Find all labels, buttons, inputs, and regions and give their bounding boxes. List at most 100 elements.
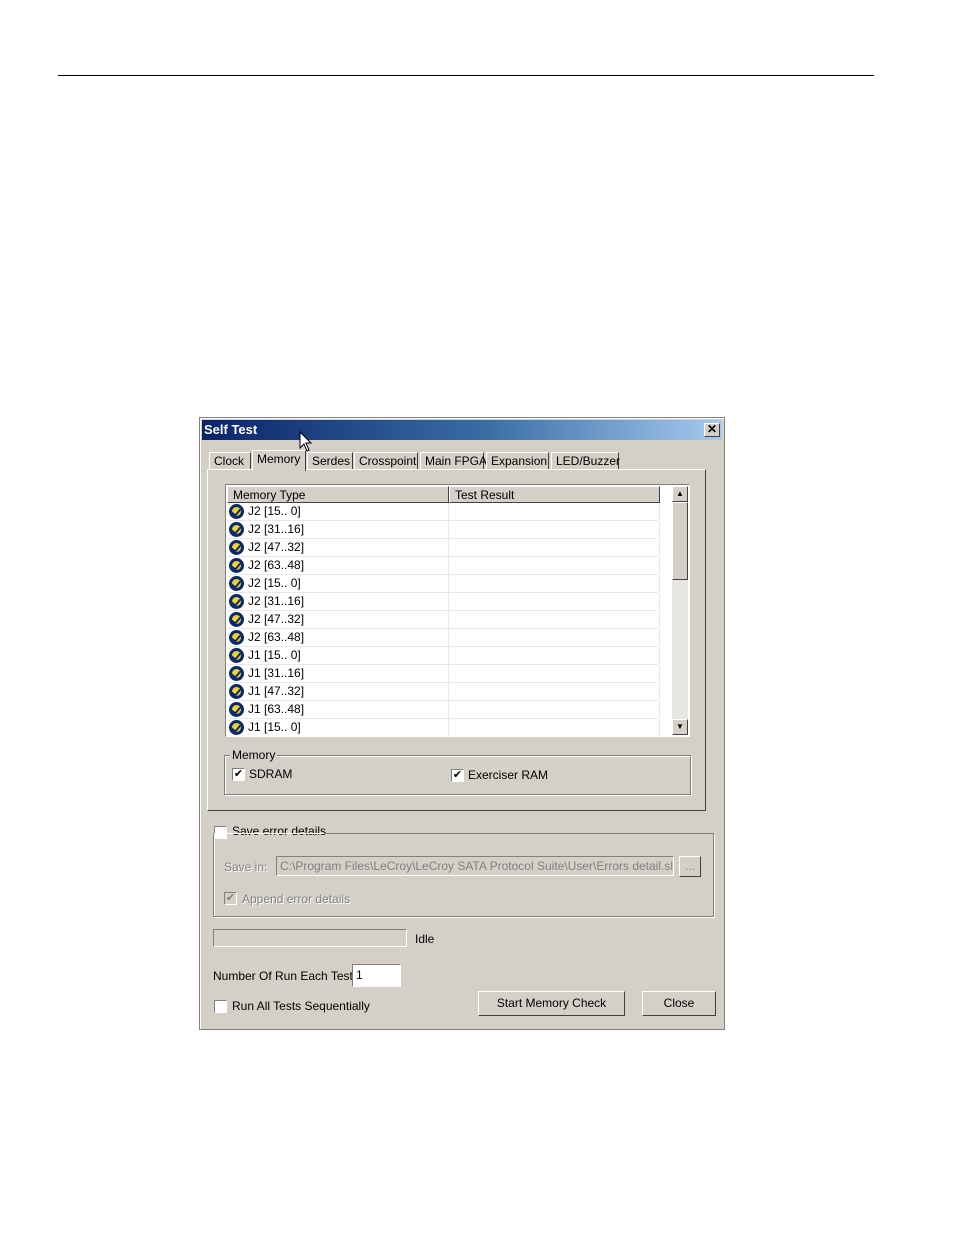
run-count-label: Number Of Run Each Test:: [213, 969, 357, 983]
scroll-thumb[interactable]: [672, 502, 688, 580]
cell-memory-type: J2 [31..16]: [227, 593, 449, 610]
memory-test-list[interactable]: Memory Type Test Result J2 [15.. 0] J2 [3…: [225, 484, 690, 737]
tab-main-fpga[interactable]: Main FPGA: [420, 452, 487, 470]
cell-memory-type: J1 [31..16]: [227, 665, 449, 682]
check-pass-icon: [229, 540, 244, 555]
cell-test-result: [449, 539, 660, 556]
save-path-input[interactable]: C:\Program Files\LeCroy\LeCroy SATA Prot…: [276, 856, 674, 876]
tab-clock[interactable]: Clock: [209, 452, 251, 470]
memory-type-text: J2 [63..48]: [248, 558, 305, 572]
cell-memory-type: J2 [63..48]: [227, 629, 449, 646]
tab-expansion[interactable]: Expansion: [486, 452, 549, 470]
memory-type-text: J1 [47..32]: [248, 684, 305, 698]
check-pass-icon: [229, 720, 244, 735]
check-pass-icon: [229, 648, 244, 663]
cell-memory-type: J2 [63..48]: [227, 557, 449, 574]
exerciser-ram-checkbox[interactable]: ✔: [451, 769, 464, 782]
cell-memory-type: J2 [15.. 0]: [227, 503, 449, 520]
memory-type-text: J2 [15.. 0]: [248, 504, 301, 518]
progress-bar: [213, 929, 407, 947]
memory-type-text: J2 [15.. 0]: [248, 576, 301, 590]
cell-memory-type: J2 [47..32]: [227, 539, 449, 556]
memory-type-text: J1 [63..48]: [248, 702, 305, 716]
cell-test-result: [449, 665, 660, 682]
tab-serdes[interactable]: Serdes: [307, 452, 353, 470]
check-pass-icon: [229, 558, 244, 573]
cell-test-result: [449, 683, 660, 700]
cell-test-result: [449, 575, 660, 592]
exerciser-ram-label[interactable]: Exerciser RAM: [468, 768, 548, 782]
close-icon[interactable]: ✕: [704, 423, 720, 437]
column-memory-type[interactable]: Memory Type: [227, 486, 449, 503]
run-all-sequentially-label[interactable]: Run All Tests Sequentially: [232, 999, 370, 1013]
table-row[interactable]: J1 [63..48]: [227, 701, 660, 719]
check-pass-icon: [229, 522, 244, 537]
table-row[interactable]: J2 [47..32]: [227, 611, 660, 629]
memory-groupbox: Memory ✔ SDRAM ✔ Exerciser RAM: [224, 748, 691, 795]
cell-test-result: [449, 521, 660, 538]
page-header-rule: [58, 75, 874, 76]
table-row[interactable]: J2 [31..16]: [227, 521, 660, 539]
check-pass-icon: [229, 702, 244, 717]
cell-test-result: [449, 557, 660, 574]
self-test-dialog: Self Test ✕ Clock Memory Serdes Crosspoi…: [199, 417, 725, 1030]
column-test-result[interactable]: Test Result: [449, 486, 660, 503]
memory-type-text: J2 [47..32]: [248, 540, 305, 554]
memory-type-text: J2 [31..16]: [248, 594, 305, 608]
list-rows: J2 [15.. 0] J2 [31..16] J2 [47..32] J2 [63.…: [227, 503, 660, 736]
memory-group-label: Memory: [230, 748, 278, 762]
cell-test-result: [449, 629, 660, 646]
sdram-checkbox[interactable]: ✔: [232, 768, 245, 781]
table-row[interactable]: J2 [15.. 0]: [227, 575, 660, 593]
table-row[interactable]: J2 [31..16]: [227, 593, 660, 611]
table-row[interactable]: J1 [47..32]: [227, 683, 660, 701]
list-header: Memory Type Test Result: [227, 486, 660, 503]
cell-test-result: [449, 719, 660, 736]
cell-test-result: [449, 701, 660, 718]
check-pass-icon: [229, 594, 244, 609]
memory-type-text: J2 [63..48]: [248, 630, 305, 644]
status-text: Idle: [415, 932, 435, 946]
memory-type-text: J2 [31..16]: [248, 522, 305, 536]
cell-memory-type: J2 [31..16]: [227, 521, 449, 538]
cell-test-result: [449, 647, 660, 664]
cell-memory-type: J1 [47..32]: [227, 683, 449, 700]
check-pass-icon: [229, 612, 244, 627]
run-all-sequentially-checkbox[interactable]: [214, 1000, 227, 1013]
table-row[interactable]: J2 [47..32]: [227, 539, 660, 557]
tab-crosspoint[interactable]: Crosspoint: [354, 452, 418, 470]
save-errors-groupbox: Save in: C:\Program Files\LeCroy\LeCroy …: [213, 833, 714, 917]
table-row[interactable]: J1 [15.. 0]: [227, 647, 660, 665]
tab-led-buzzer[interactable]: LED/Buzzer: [551, 452, 620, 470]
list-scrollbar[interactable]: ▲ ▼: [672, 486, 688, 735]
save-in-label: Save in:: [224, 860, 268, 874]
table-row[interactable]: J2 [63..48]: [227, 629, 660, 647]
append-error-details-checkbox[interactable]: ✔: [224, 892, 237, 905]
memory-type-text: J1 [31..16]: [248, 666, 305, 680]
append-error-details-label[interactable]: Append error details: [242, 892, 350, 906]
check-pass-icon: [229, 504, 244, 519]
memory-tab-panel: Memory Type Test Result J2 [15.. 0] J2 [3…: [207, 469, 706, 811]
cell-test-result: [449, 503, 660, 520]
table-row[interactable]: J1 [15.. 0]: [227, 719, 660, 736]
start-memory-check-button[interactable]: Start Memory Check: [478, 991, 625, 1016]
run-count-input[interactable]: 1: [352, 964, 401, 987]
memory-type-text: J1 [15.. 0]: [248, 648, 301, 662]
table-row[interactable]: J1 [31..16]: [227, 665, 660, 683]
close-button[interactable]: Close: [642, 991, 716, 1016]
cell-test-result: [449, 611, 660, 628]
scroll-down-icon[interactable]: ▼: [672, 719, 688, 735]
title-bar[interactable]: Self Test ✕: [202, 420, 722, 440]
browse-button[interactable]: ...: [679, 856, 701, 877]
check-pass-icon: [229, 576, 244, 591]
scroll-up-icon[interactable]: ▲: [672, 486, 688, 502]
check-pass-icon: [229, 666, 244, 681]
cell-memory-type: J2 [15.. 0]: [227, 575, 449, 592]
cell-memory-type: J1 [63..48]: [227, 701, 449, 718]
table-row[interactable]: J2 [15.. 0]: [227, 503, 660, 521]
table-row[interactable]: J2 [63..48]: [227, 557, 660, 575]
dialog-title: Self Test: [204, 422, 258, 437]
tab-memory[interactable]: Memory: [252, 450, 306, 471]
sdram-label[interactable]: SDRAM: [249, 767, 292, 781]
cell-memory-type: J2 [47..32]: [227, 611, 449, 628]
